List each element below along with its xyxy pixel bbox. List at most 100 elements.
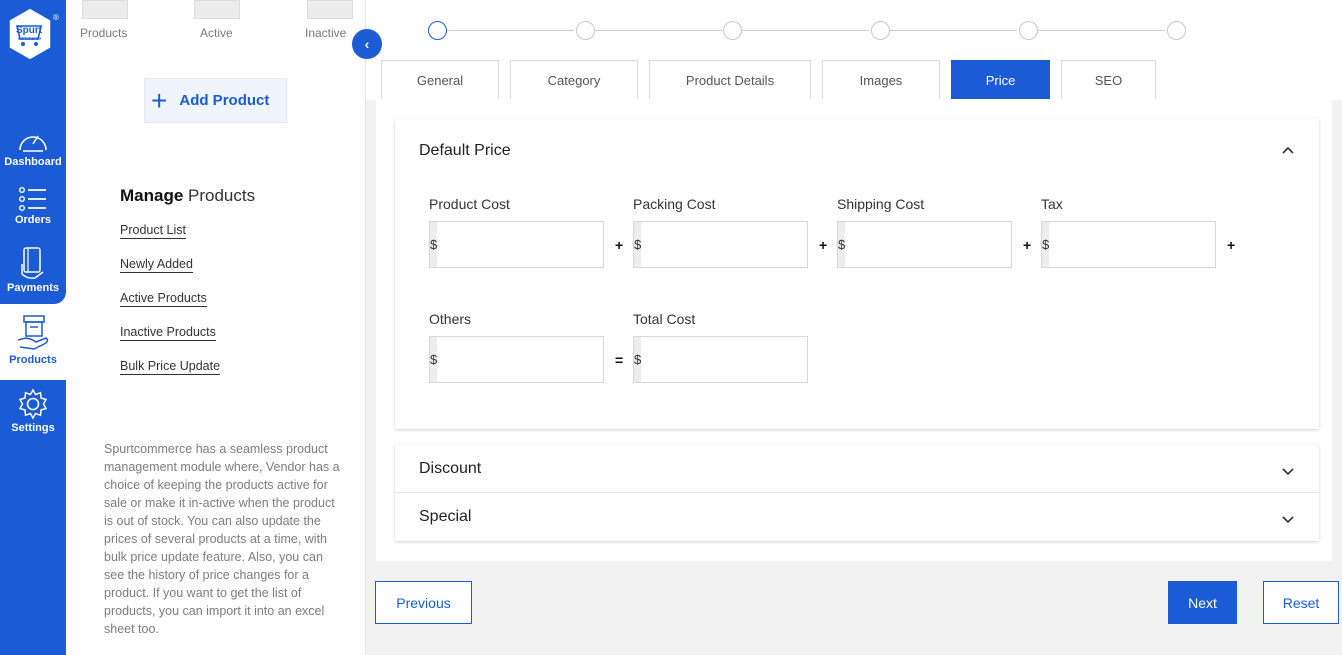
stat-box-active: [194, 0, 240, 19]
discount-special-sections: Discount Special: [395, 445, 1319, 541]
step-connector: [595, 30, 722, 31]
step-3-dot[interactable]: [723, 21, 742, 40]
tab-category[interactable]: Category: [510, 60, 638, 99]
progress-stepper: [366, 0, 1342, 60]
price-tab-content: Default Price Product Cost $ + Packing C…: [376, 100, 1332, 561]
tax-input[interactable]: [1049, 222, 1242, 267]
equals-operator: =: [615, 352, 624, 368]
link-inactive-products[interactable]: Inactive Products: [120, 325, 216, 341]
stat-label-products[interactable]: Products: [80, 26, 127, 40]
packing-cost-field[interactable]: $: [633, 221, 834, 268]
chevron-up-icon[interactable]: [1281, 143, 1295, 157]
rail-notch-top: [0, 292, 66, 304]
currency-prefix: $: [634, 222, 642, 267]
link-newly-added[interactable]: Newly Added: [120, 257, 193, 273]
special-title: Special: [419, 508, 472, 525]
currency-prefix: $: [634, 337, 642, 382]
packing-cost-input[interactable]: [641, 222, 834, 267]
tab-seo[interactable]: SEO: [1061, 60, 1156, 99]
stat-label-active[interactable]: Active: [200, 26, 233, 40]
main-content: General Category Product Details Images …: [366, 0, 1342, 655]
plus-operator: +: [1227, 237, 1236, 253]
nav-orders-label: Orders: [14, 214, 52, 226]
link-product-list[interactable]: Product List: [120, 223, 187, 239]
chevron-left-icon: ‹: [364, 36, 370, 52]
discount-title: Discount: [419, 460, 482, 477]
spurt-logo[interactable]: Spurt commerce ®: [6, 6, 59, 62]
list-icon: [19, 187, 46, 212]
default-price-title[interactable]: Default Price: [419, 142, 511, 160]
currency-prefix: $: [1042, 222, 1050, 267]
step-2-dot[interactable]: [576, 21, 595, 40]
step-connector: [890, 30, 1017, 31]
product-module-description: Spurtcommerce has a seamless product man…: [104, 442, 340, 636]
reset-button[interactable]: Reset: [1263, 581, 1339, 624]
shipping-cost-input[interactable]: [845, 222, 1038, 267]
stat-box-inactive: [307, 0, 353, 19]
step-connector: [447, 30, 574, 31]
box-hand-icon: [17, 315, 49, 350]
currency-prefix: $: [430, 222, 438, 267]
total-cost-label: Total Cost: [633, 311, 696, 327]
nav-settings-label: Settings: [11, 422, 55, 434]
chevron-down-icon: [1282, 516, 1294, 524]
collapse-panel-button[interactable]: ‹: [352, 29, 382, 59]
tab-price[interactable]: Price: [951, 60, 1050, 99]
plus-operator: +: [1023, 237, 1032, 253]
tab-product-details[interactable]: Product Details: [649, 60, 811, 99]
nav-settings[interactable]: Settings: [0, 380, 66, 440]
speedometer-icon: [19, 135, 47, 152]
logo-text-top: Spurt: [16, 25, 43, 36]
logo-registered-badge: ®: [53, 13, 59, 22]
shipping-cost-field[interactable]: $: [837, 221, 1038, 268]
nav-dashboard-label: Dashboard: [4, 156, 62, 168]
next-button[interactable]: Next: [1168, 581, 1237, 624]
nav-products-label: Products: [9, 354, 57, 366]
step-5-dot[interactable]: [1019, 21, 1038, 40]
currency-prefix: $: [430, 337, 438, 382]
logo-text-bottom: commerce: [18, 36, 42, 42]
nav-dashboard[interactable]: Dashboard: [0, 126, 66, 168]
product-cost-input[interactable]: [437, 222, 630, 267]
previous-button[interactable]: Previous: [375, 581, 472, 624]
total-cost-field[interactable]: $: [633, 336, 834, 383]
manage-title-bold: Manage: [120, 186, 184, 205]
step-4-dot[interactable]: [871, 21, 890, 40]
chevron-down-icon: [1282, 468, 1294, 476]
packing-cost-label: Packing Cost: [633, 196, 716, 212]
others-input[interactable]: [437, 337, 630, 382]
gear-icon: [18, 388, 48, 420]
special-section-header[interactable]: Special: [395, 493, 1319, 541]
link-bulk-price-update[interactable]: Bulk Price Update: [120, 359, 221, 375]
currency-prefix: $: [838, 222, 846, 267]
discount-section-header[interactable]: Discount: [395, 445, 1319, 493]
plus-operator: +: [819, 237, 828, 253]
tax-field[interactable]: $: [1041, 221, 1242, 268]
step-connector: [742, 30, 869, 31]
left-nav-rail: Spurt commerce ® Dashboard Orders Paymen…: [0, 0, 66, 655]
tab-general[interactable]: General: [381, 60, 499, 99]
plus-icon: +: [151, 84, 168, 116]
card-hand-icon: [21, 247, 44, 279]
nav-orders[interactable]: Orders: [0, 186, 66, 226]
step-1-dot[interactable]: [428, 21, 447, 40]
nav-products[interactable]: Products: [0, 304, 66, 380]
shipping-cost-label: Shipping Cost: [837, 196, 925, 212]
link-active-products[interactable]: Active Products: [120, 291, 207, 307]
plus-operator: +: [615, 237, 624, 253]
others-field[interactable]: $: [429, 336, 630, 383]
add-product-label: Add Product: [179, 92, 270, 109]
product-cost-field[interactable]: $: [429, 221, 630, 268]
manage-products-heading: Manage Products: [120, 186, 255, 206]
step-6-dot[interactable]: [1167, 21, 1186, 40]
total-cost-input[interactable]: [641, 337, 834, 382]
product-side-panel: Products Active Inactive + Add Product M…: [66, 0, 366, 655]
product-tabs: General Category Product Details Images …: [366, 60, 1342, 100]
tab-images[interactable]: Images: [822, 60, 940, 99]
step-connector: [1038, 30, 1165, 31]
manage-title-rest: Products: [183, 186, 256, 205]
add-product-button[interactable]: + Add Product: [144, 78, 287, 123]
tax-label: Tax: [1041, 196, 1063, 212]
stat-label-inactive[interactable]: Inactive: [305, 26, 346, 40]
others-label: Others: [429, 311, 472, 327]
